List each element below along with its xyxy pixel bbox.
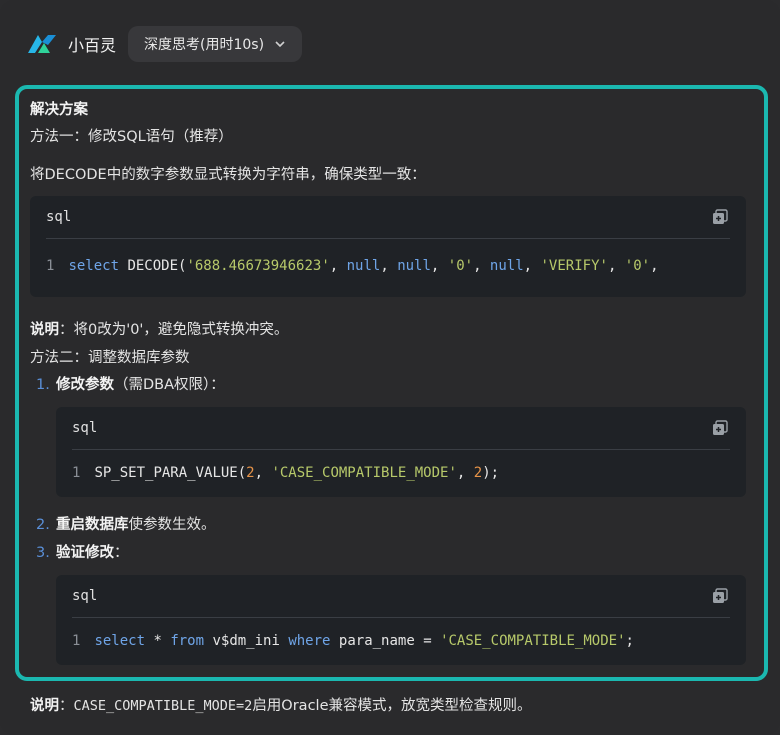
code-token: , bbox=[430, 258, 448, 274]
line-number: 1 bbox=[72, 633, 81, 649]
code-token: 'VERIFY' bbox=[540, 258, 608, 274]
note1-label: 说明 bbox=[30, 322, 59, 338]
code-token: 2 bbox=[246, 465, 255, 481]
code-block-1: sql 1 select DECODE('688.46673946623', n… bbox=[30, 196, 746, 297]
footer-text: 启用Oracle兼容模式，放宽类型检查规则。 bbox=[252, 698, 532, 714]
code-token: , bbox=[523, 258, 541, 274]
step-1: 1. 修改参数（需DBA权限）： bbox=[36, 373, 225, 394]
code-token: * bbox=[145, 633, 171, 649]
code-token: null bbox=[397, 258, 431, 274]
code-token: , bbox=[456, 465, 474, 481]
footer-label: 说明 bbox=[30, 698, 59, 714]
code-lang-label: sql bbox=[46, 209, 72, 225]
code-token: , bbox=[607, 258, 625, 274]
code-lang-label: sql bbox=[72, 420, 98, 436]
chevron-down-icon bbox=[275, 41, 285, 48]
code-line: 1 select * from v$dm_ini where para_name… bbox=[56, 618, 746, 664]
code-token: ); bbox=[482, 465, 500, 481]
step-bold: 修改参数 bbox=[56, 377, 114, 393]
step-number: 2. bbox=[36, 517, 50, 533]
code-text: SP_SET_PARA_VALUE(2, 'CASE_COMPATIBLE_MO… bbox=[94, 465, 499, 481]
section-title: 解决方案 bbox=[30, 102, 88, 118]
code-token: '0' bbox=[624, 258, 651, 274]
footer-sep: ： bbox=[59, 698, 74, 714]
code-token: , bbox=[254, 465, 272, 481]
code-token: '0' bbox=[447, 258, 474, 274]
code-token: from bbox=[170, 633, 205, 649]
code-token: SP_SET_PARA_VALUE( bbox=[94, 465, 247, 481]
code-block-2: sql 1 SP_SET_PARA_VALUE(2, 'CASE_COMPATI… bbox=[56, 407, 746, 497]
code-token: 'CASE_COMPATIBLE_MODE' bbox=[440, 633, 626, 649]
app-logo-icon bbox=[28, 35, 56, 53]
code-text: select DECODE('688.46673946623', null, n… bbox=[68, 258, 658, 274]
code-token: , bbox=[473, 258, 490, 274]
code-token: v$dm_ini bbox=[204, 633, 289, 649]
method1-heading: 方法一：修改SQL语句（推荐） bbox=[30, 129, 233, 145]
code-token: '688.46673946623' bbox=[186, 258, 330, 274]
code-lang-label: sql bbox=[72, 588, 98, 604]
thinking-mode-dropdown[interactable]: 深度思考(用时10s) bbox=[128, 26, 303, 62]
method2-heading: 方法二：调整数据库参数 bbox=[30, 350, 190, 366]
step-rest: ： bbox=[114, 545, 129, 561]
step-bold: 验证修改 bbox=[56, 545, 114, 561]
code-token: para_name = bbox=[330, 633, 441, 649]
step-rest: （需DBA权限）： bbox=[114, 377, 225, 393]
code-token: , bbox=[650, 258, 659, 274]
code-line: 1 select DECODE('688.46673946623', null,… bbox=[30, 239, 746, 293]
step-bold: 重启数据库 bbox=[56, 517, 129, 533]
footer-note: 说明：CASE_COMPATIBLE_MODE=2启用Oracle兼容模式，放宽… bbox=[30, 694, 532, 715]
step-2: 2. 重启数据库使参数生效。 bbox=[36, 513, 216, 534]
chat-panel: 小百灵 深度思考(用时10s) 解决方案 方法一：修改SQL语句（推荐） 将DE… bbox=[0, 0, 780, 735]
code-block-3: sql 1 select * from v$dm_ini where para_… bbox=[56, 575, 746, 665]
code-token: select bbox=[94, 633, 146, 649]
code-token: DECODE( bbox=[119, 258, 187, 274]
line-number: 1 bbox=[46, 258, 55, 274]
note1-text: ：将0改为'0'，避免隐式转换冲突。 bbox=[59, 322, 289, 338]
step-number: 3. bbox=[36, 545, 50, 561]
method1-description: 将DECODE中的数字参数显式转换为字符串，确保类型一致： bbox=[30, 167, 426, 183]
code-token: 'CASE_COMPATIBLE_MODE' bbox=[271, 465, 457, 481]
thinking-mode-label: 深度思考(用时10s) bbox=[144, 37, 265, 53]
copy-icon[interactable] bbox=[712, 209, 728, 225]
copy-icon[interactable] bbox=[712, 420, 728, 436]
code-line: 1 SP_SET_PARA_VALUE(2, 'CASE_COMPATIBLE_… bbox=[56, 450, 746, 496]
code-text: select * from v$dm_ini where para_name =… bbox=[94, 633, 634, 649]
note1: 说明：将0改为'0'，避免隐式转换冲突。 bbox=[30, 318, 288, 339]
code-token: , bbox=[329, 258, 347, 274]
code-token: select bbox=[68, 258, 120, 274]
code-token: 2 bbox=[473, 465, 483, 481]
step-3: 3. 验证修改： bbox=[36, 541, 129, 562]
app-name: 小百灵 bbox=[68, 36, 117, 55]
step-rest: 使参数生效。 bbox=[128, 517, 216, 533]
header-bar: 小百灵 深度思考(用时10s) bbox=[26, 26, 303, 62]
code-token: where bbox=[288, 633, 331, 649]
code-token: ; bbox=[625, 633, 634, 649]
code-token: , bbox=[380, 258, 398, 274]
copy-icon[interactable] bbox=[712, 588, 728, 604]
line-number: 1 bbox=[72, 465, 81, 481]
step-number: 1. bbox=[36, 377, 50, 393]
code-token: null bbox=[346, 258, 381, 274]
footer-code: CASE_COMPATIBLE_MODE=2 bbox=[73, 698, 253, 714]
code-token: null bbox=[489, 258, 524, 274]
